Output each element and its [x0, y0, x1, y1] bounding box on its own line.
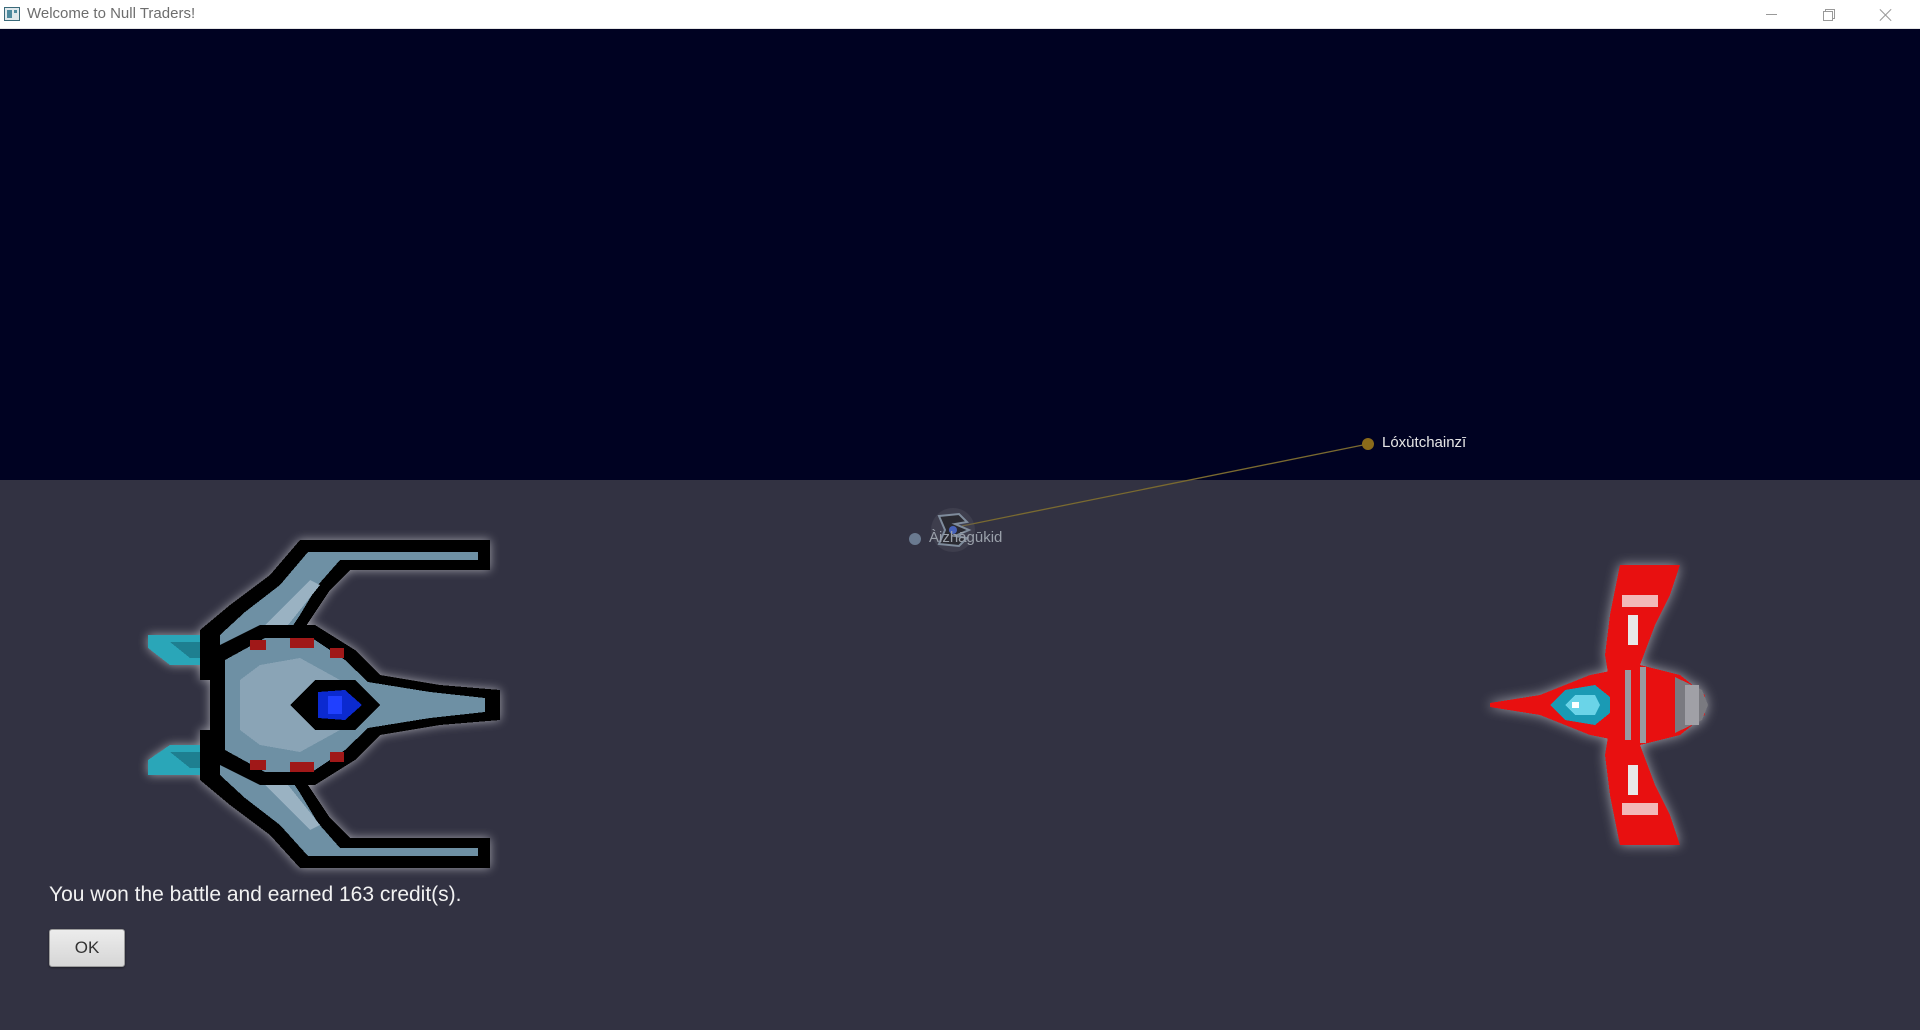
minimize-button[interactable]: [1742, 0, 1800, 29]
close-button[interactable]: [1857, 0, 1915, 29]
close-icon: [1879, 8, 1893, 22]
app-icon: [4, 7, 20, 21]
minimize-icon: [1765, 14, 1777, 15]
ok-button[interactable]: OK: [49, 929, 125, 967]
planet-label-aizhagukid[interactable]: Àizhāgūkid: [929, 529, 1002, 546]
galaxy-map[interactable]: [0, 29, 1920, 480]
restore-icon: [1822, 9, 1835, 21]
window-titlebar: Welcome to Null Traders!: [0, 0, 1920, 29]
planet-label-loxutchainzi[interactable]: Lóxùtchainzī: [1382, 434, 1466, 451]
restore-button[interactable]: [1799, 0, 1857, 29]
player-ship-icon: [148, 540, 500, 868]
battle-result-message: You won the battle and earned 163 credit…: [49, 883, 462, 906]
window-title: Welcome to Null Traders!: [27, 5, 196, 22]
enemy-ship-icon: [1490, 565, 1708, 845]
